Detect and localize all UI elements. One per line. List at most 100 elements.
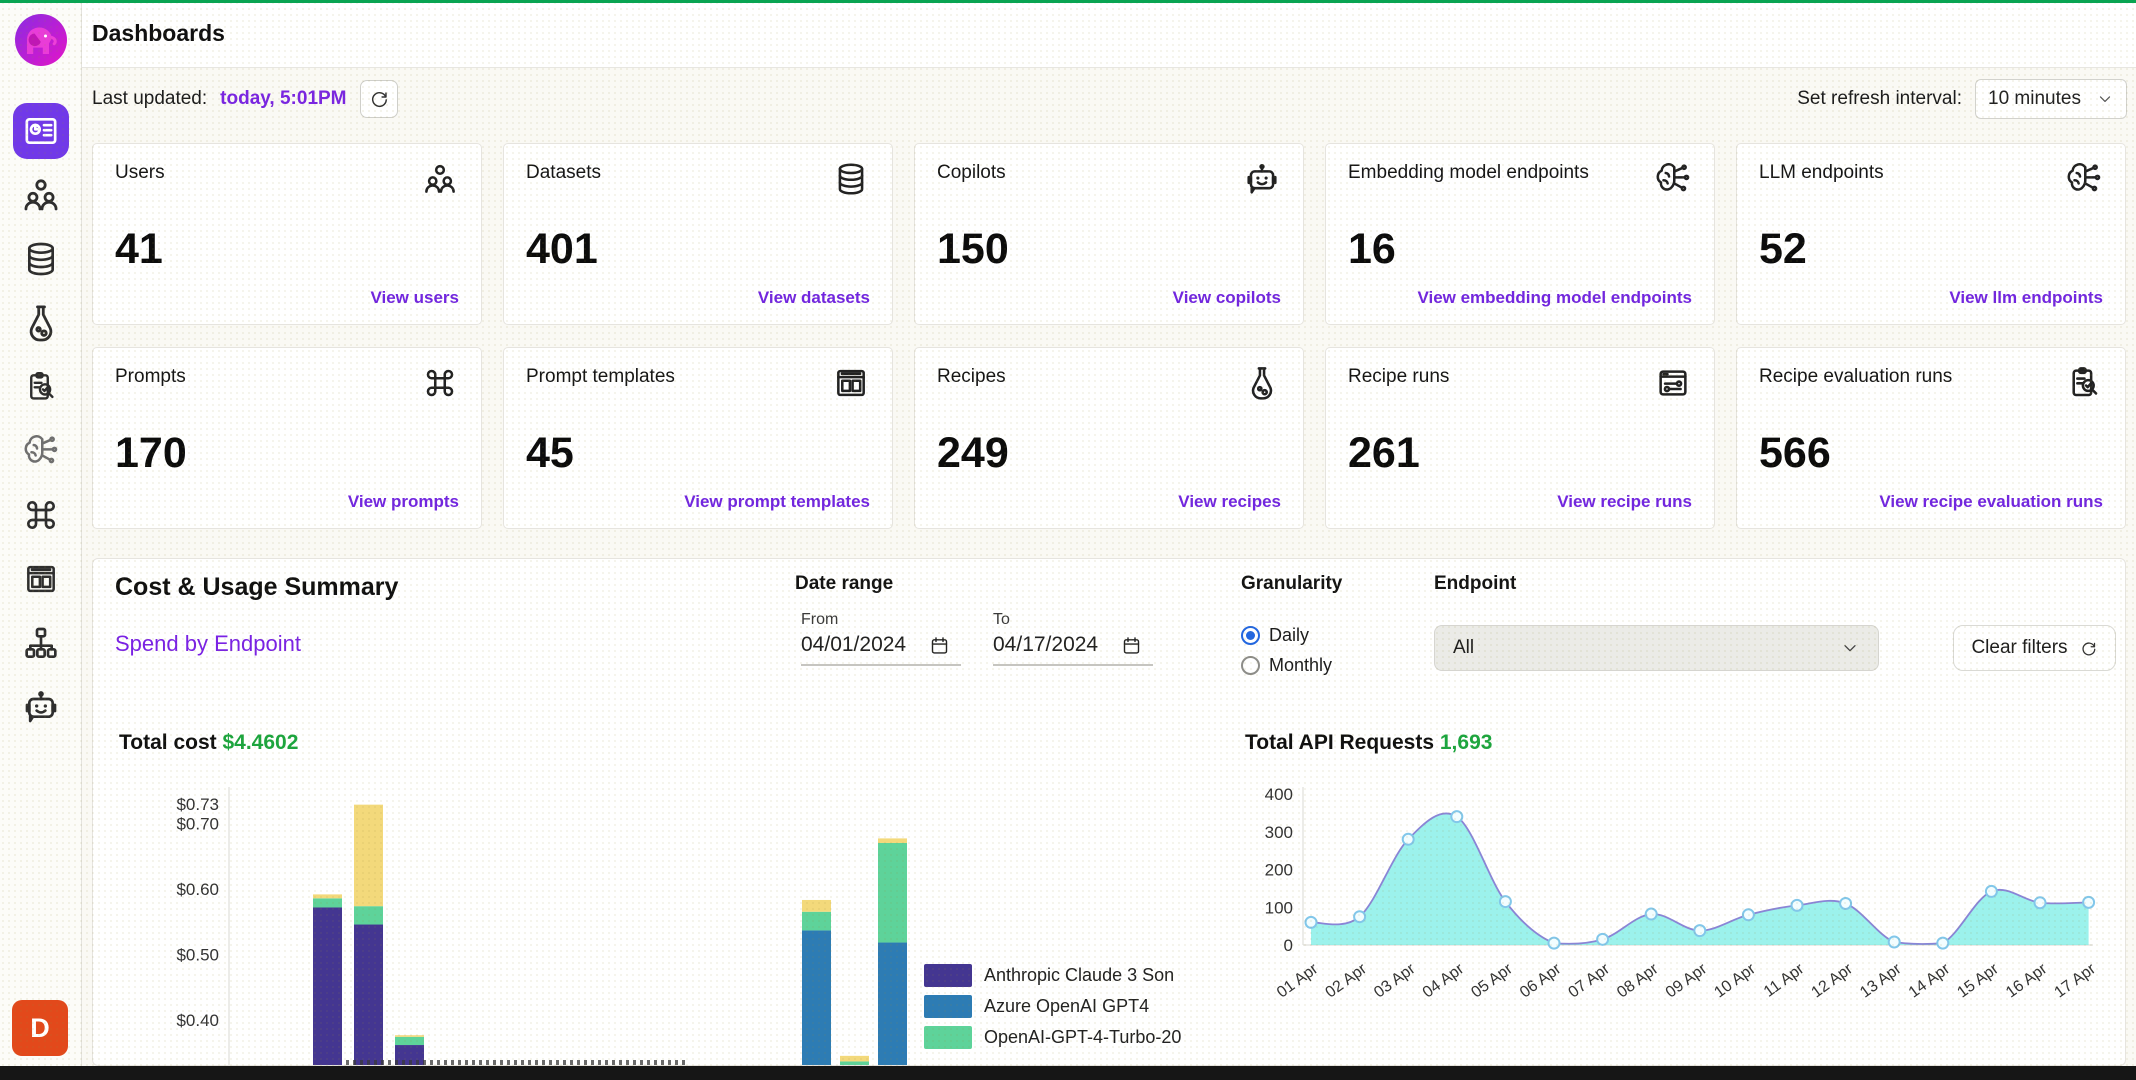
view-prompt-templates-link[interactable]: View prompt templates <box>684 492 870 512</box>
sidebar-item-prompts[interactable] <box>13 487 69 543</box>
robot-icon <box>21 687 61 727</box>
chevron-down-icon <box>1840 638 1860 658</box>
refresh-interval-select[interactable]: 10 minutes <box>1975 79 2127 119</box>
view-datasets-link[interactable]: View datasets <box>758 288 870 308</box>
date-from-input[interactable] <box>801 633 919 657</box>
to-label: To <box>993 611 1010 628</box>
granularity-daily-option[interactable]: Daily <box>1241 625 1309 646</box>
svg-text:04 Apr: 04 Apr <box>1420 960 1468 1001</box>
svg-text:14 Apr: 14 Apr <box>1906 960 1954 1001</box>
sidebar-item-copilots[interactable] <box>13 679 69 735</box>
view-copilots-link[interactable]: View copilots <box>1173 288 1281 308</box>
svg-text:02 Apr: 02 Apr <box>1323 960 1371 1001</box>
refresh-interval-value: 10 minutes <box>1988 88 2081 110</box>
user-avatar[interactable]: D <box>12 1000 68 1056</box>
calendar-icon[interactable] <box>929 635 950 656</box>
sidebar-nav <box>13 103 69 743</box>
stat-card-embedding-endpoints: Embedding model endpoints 16 View embedd… <box>1325 143 1715 325</box>
database-icon <box>21 239 61 279</box>
calendar-icon[interactable] <box>1121 635 1142 656</box>
svg-text:16 Apr: 16 Apr <box>2003 960 2051 1001</box>
date-range-label: Date range <box>795 573 893 595</box>
sidebar-item-recipe-evaluations[interactable] <box>13 359 69 415</box>
card-value: 566 <box>1759 429 2103 478</box>
sidebar-item-recipes[interactable] <box>13 295 69 351</box>
svg-text:13 Apr: 13 Apr <box>1857 960 1905 1001</box>
legend-label: Azure OpenAI GPT4 <box>984 996 1149 1017</box>
svg-text:10 Apr: 10 Apr <box>1711 960 1759 1001</box>
svg-text:08 Apr: 08 Apr <box>1614 960 1662 1001</box>
recording-border-top <box>0 0 2136 3</box>
clipboard-check-icon <box>23 369 59 405</box>
card-value: 41 <box>115 225 459 274</box>
svg-text:$0.70: $0.70 <box>176 815 219 834</box>
stat-cards: Users 41 View users Datasets 401 View da… <box>82 130 2136 529</box>
app-logo[interactable] <box>13 12 69 73</box>
svg-text:12 Apr: 12 Apr <box>1809 960 1857 1001</box>
date-to-input[interactable] <box>993 633 1111 657</box>
stat-card-datasets: Datasets 401 View datasets <box>503 143 893 325</box>
panel-title: Cost & Usage Summary <box>115 573 398 602</box>
endpoint-value: All <box>1453 637 1474 659</box>
svg-text:400: 400 <box>1265 785 1293 804</box>
chevron-down-icon <box>2096 90 2114 108</box>
svg-text:09 Apr: 09 Apr <box>1663 960 1711 1001</box>
view-users-link[interactable]: View users <box>370 288 459 308</box>
cost-usage-panel: Cost & Usage Summary Spend by Endpoint D… <box>92 558 2126 1066</box>
brain-circuit-icon <box>2065 160 2103 203</box>
endpoint-label: Endpoint <box>1434 573 1516 595</box>
view-llm-endpoints-link[interactable]: View llm endpoints <box>1949 288 2103 308</box>
from-label: From <box>801 611 838 628</box>
endpoint-select[interactable]: All <box>1434 625 1879 671</box>
clipboard-check-icon <box>2065 364 2103 407</box>
sidebar-item-model-endpoints[interactable] <box>13 423 69 479</box>
spend-by-endpoint-link[interactable]: Spend by Endpoint <box>115 631 301 657</box>
legend-item: Azure OpenAI GPT4 <box>924 994 1181 1018</box>
radio-selected <box>1241 626 1260 645</box>
legend-swatch <box>924 1026 972 1049</box>
users-icon <box>20 174 62 216</box>
stat-card-prompt-templates: Prompt templates 45 View prompt template… <box>503 347 893 529</box>
last-updated-label: Last updated: <box>92 88 207 110</box>
template-icon <box>22 560 60 598</box>
legend-label: OpenAI-GPT-4-Turbo-20 <box>984 1027 1181 1048</box>
svg-text:11 Apr: 11 Apr <box>1761 960 1808 1001</box>
granularity-monthly-option[interactable]: Monthly <box>1241 655 1332 676</box>
legend-swatch <box>924 964 972 987</box>
sitemap-icon <box>21 623 61 663</box>
chart-title-text: Total cost <box>119 731 217 754</box>
template-icon <box>832 364 870 407</box>
card-value: 261 <box>1348 429 1692 478</box>
command-icon <box>421 364 459 407</box>
svg-text:300: 300 <box>1265 823 1293 842</box>
sidebar-item-datasets[interactable] <box>13 231 69 287</box>
svg-text:$0.60: $0.60 <box>176 880 219 899</box>
page-header: Dashboards <box>82 0 2136 68</box>
sidebar-item-workflows[interactable] <box>13 615 69 671</box>
card-title: Recipe evaluation runs <box>1759 366 1952 388</box>
run-settings-icon <box>1654 364 1692 407</box>
card-value: 249 <box>937 429 1281 478</box>
sidebar-item-prompt-templates[interactable] <box>13 551 69 607</box>
svg-text:200: 200 <box>1265 861 1293 880</box>
sidebar-item-users[interactable] <box>13 167 69 223</box>
svg-text:0: 0 <box>1284 936 1293 955</box>
last-updated-value: today, 5:01PM <box>220 88 346 110</box>
toolbar: Last updated: today, 5:01PM Set refresh … <box>82 68 2136 130</box>
view-embedding-endpoints-link[interactable]: View embedding model endpoints <box>1417 288 1692 308</box>
svg-text:15 Apr: 15 Apr <box>1954 960 2002 1001</box>
stat-card-llm-endpoints: LLM endpoints 52 View llm endpoints <box>1736 143 2126 325</box>
view-prompts-link[interactable]: View prompts <box>348 492 459 512</box>
view-recipe-runs-link[interactable]: View recipe runs <box>1557 492 1692 512</box>
total-api-requests-value: 1,693 <box>1440 731 1493 754</box>
date-from-group: From <box>801 611 971 666</box>
sidebar-item-dashboards[interactable] <box>13 103 69 159</box>
view-recipe-evaluation-runs-link[interactable]: View recipe evaluation runs <box>1879 492 2103 512</box>
view-recipes-link[interactable]: View recipes <box>1178 492 1281 512</box>
refresh-button[interactable] <box>360 80 398 118</box>
refresh-interval-label: Set refresh interval: <box>1797 88 1962 110</box>
clear-filters-button[interactable]: Clear filters <box>1953 625 2116 671</box>
card-title: Prompt templates <box>526 366 675 388</box>
spend-by-endpoint-bar-chart: $0.73$0.70$0.60$0.50$0.40 <box>141 773 1001 1066</box>
card-value: 16 <box>1348 225 1692 274</box>
